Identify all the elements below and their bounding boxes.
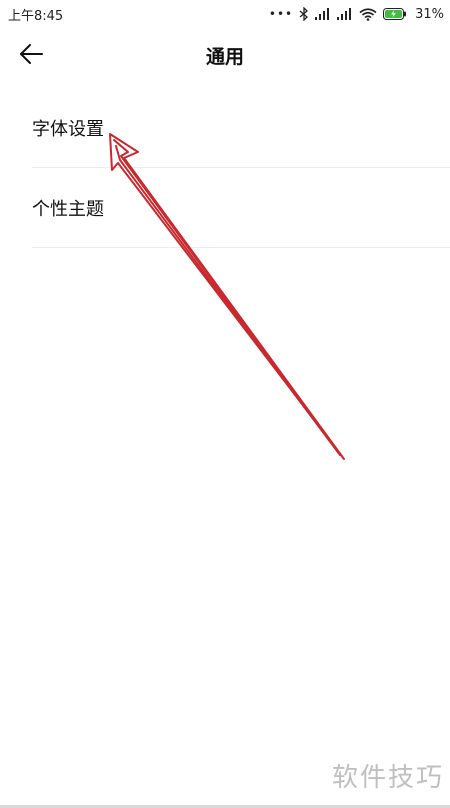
settings-item-theme[interactable]: 个性主题: [0, 168, 450, 248]
status-bar: 上午8:45 ••• 31%: [0, 0, 450, 28]
battery-charging-icon: [383, 8, 407, 20]
top-app-bar: 通用: [0, 28, 450, 84]
status-icons: ••• 31%: [269, 5, 444, 23]
watermark-text: 软件技巧: [331, 763, 444, 793]
signal-icon-2: [337, 8, 353, 20]
wifi-icon: [359, 7, 377, 21]
bluetooth-icon: [299, 7, 309, 21]
signal-icon: [315, 8, 331, 20]
settings-list: 字体设置 个性主题: [0, 88, 450, 248]
settings-item-font[interactable]: 字体设置: [0, 88, 450, 168]
settings-item-label: 字体设置: [32, 119, 104, 140]
settings-item-label: 个性主题: [32, 199, 104, 220]
status-time: 上午8:45: [8, 9, 64, 24]
page-title: 通用: [205, 46, 244, 68]
more-dots-icon: •••: [268, 7, 294, 21]
battery-percent: 31%: [415, 6, 444, 22]
